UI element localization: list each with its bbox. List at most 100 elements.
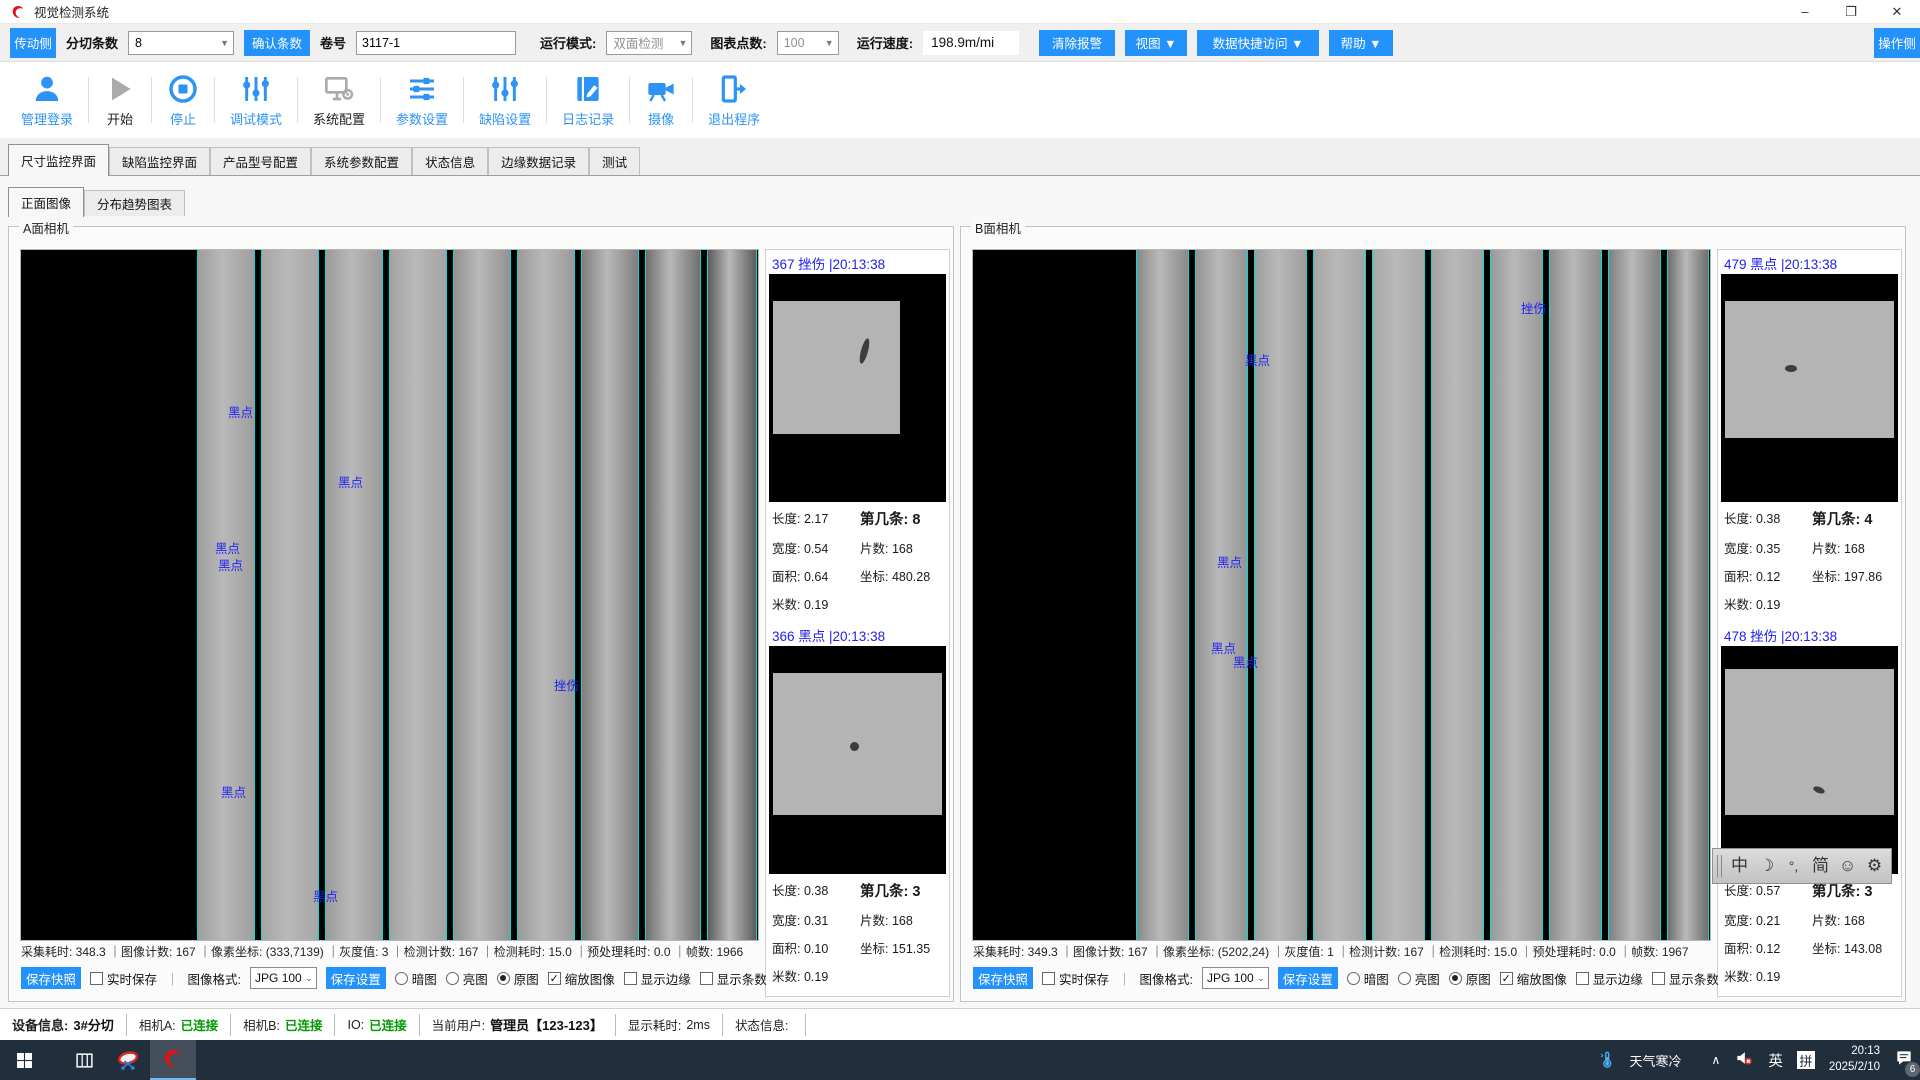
main-tab-2[interactable]: 产品型号配置 [210,147,311,175]
radio-dot [500,975,506,981]
defect-marker-label: 黑点 [1245,350,1270,369]
toolbar-button-book-pencil[interactable]: 日志记录 [547,73,629,128]
confirm-count-button[interactable]: 确认条数 [244,30,310,56]
camera-a-defect-list: 367 挫伤 |20:13:38长度: 2.17第几条: 8宽度: 0.54片数… [765,249,950,997]
drive-side-button[interactable]: 传动侧 [10,28,56,58]
ime-mode-indicator[interactable]: 拼 [1797,1051,1815,1069]
sub-tab-1[interactable]: 分布趋势图表 [84,190,185,216]
image-mode-radio-原图[interactable]: 原图 [1449,969,1491,988]
display-option-checkbox-显示条数[interactable]: 显示条数 [1652,969,1719,988]
defect-marker-label: 黑点 [1233,652,1258,671]
toolbar-button-monitor-gear[interactable]: 系统配置 [298,73,380,128]
display-option-checkbox-缩放图像[interactable]: ✓缩放图像 [548,969,615,988]
realtime-save-checkbox[interactable]: 实时保存 [90,969,157,988]
toolbar-button-label: 开始 [107,109,133,128]
data-quick-access-menu-button[interactable]: 数据快捷访问 ▼ [1197,30,1319,56]
ime-fullwidth-moon-icon[interactable]: ☽ [1754,849,1779,883]
display-option-checkbox-显示边缘[interactable]: 显示边缘 [1576,969,1643,988]
status-segment-label: 相机B: [243,1015,280,1034]
task-view-button[interactable] [62,1040,106,1080]
defect-field: 第几条: 4 [1812,508,1901,529]
toolbar-button-sliders-h[interactable]: 参数设置 [381,73,463,128]
image-mode-radio-原图[interactable]: 原图 [497,969,539,988]
help-menu-button[interactable]: 帮助 ▼ [1329,30,1393,56]
image-format-select[interactable]: JPG 100⌄ [1202,967,1269,989]
image-mode-radio-暗图[interactable]: 暗图 [395,969,437,988]
defect-field [860,594,949,613]
clear-alarm-button[interactable]: 清除报警 [1039,30,1115,56]
main-tab-6[interactable]: 测试 [589,147,640,175]
defect-card[interactable]: 367 挫伤 |20:13:38长度: 2.17第几条: 8宽度: 0.54片数… [766,252,949,613]
ime-punctuation-toggle[interactable]: °, [1781,849,1806,883]
ime-charset-toggle[interactable]: 简 [1808,849,1833,883]
ime-language-toggle[interactable]: 中 [1727,849,1752,883]
save-snapshot-button[interactable]: 保存快照 [973,967,1033,989]
checkbox-label: 显示条数 [1669,969,1719,988]
active-app-taskbar-button[interactable] [150,1040,196,1080]
toolbar-button-exit-door[interactable]: 退出程序 [693,73,775,128]
camera-a-panel: A面相机 黑点黑点黑点黑点挫伤黑点黑点 367 挫伤 |20:13:38长度: … [8,226,954,1002]
chevron-down-icon: ▼ [220,38,229,48]
radio-label: 暗图 [1364,969,1389,988]
toolbar-button-play[interactable]: 开始 [89,73,151,128]
display-option-checkbox-显示条数[interactable]: 显示条数 [700,969,767,988]
tray-chevron-icon[interactable]: ∧ [1712,1053,1721,1067]
image-mode-radio-亮图[interactable]: 亮图 [446,969,488,988]
snipping-tool-button[interactable] [106,1040,150,1080]
status-segment-value: 2ms [686,1018,710,1032]
run-mode-select[interactable]: 双面检测▼ [606,31,692,55]
display-option-checkbox-缩放图像[interactable]: ✓缩放图像 [1500,969,1567,988]
input-language-indicator[interactable]: 英 [1768,1050,1783,1071]
main-tab-0[interactable]: 尺寸监控界面 [8,144,109,176]
image-mode-radio-亮图[interactable]: 亮图 [1398,969,1440,988]
volume-muted-button[interactable] [1734,1048,1754,1073]
defect-field: 长度: 2.17 [772,508,860,529]
roll-number-input[interactable] [356,31,516,55]
toolbar-button-sliders-v[interactable]: 调试模式 [215,73,297,128]
taskbar-clock[interactable]: 20:13 2025/2/10 [1829,1044,1880,1075]
divider: ｜ [1118,969,1131,988]
defect-card[interactable]: 366 黑点 |20:13:38长度: 0.38第几条: 3宽度: 0.31片数… [766,624,949,985]
action-center-button[interactable]: 6 [1894,1048,1914,1073]
status-segment: 相机B: 已连接 [231,1014,335,1036]
operator-side-button[interactable]: 操作侧 [1874,28,1920,58]
image-format-select[interactable]: JPG 100⌄ [250,967,317,989]
maximize-button[interactable]: ❐ [1828,0,1874,23]
defect-card[interactable]: 479 黑点 |20:13:38长度: 0.38第几条: 4宽度: 0.35片数… [1718,252,1901,613]
realtime-save-checkbox[interactable]: 实时保存 [1042,969,1109,988]
ime-drag-handle[interactable] [1717,855,1722,877]
status-segment-value: 已连接 [285,1015,323,1034]
toolbar-button-user[interactable]: 管理登录 [6,73,88,128]
toolbar-button-stop[interactable]: 停止 [152,73,214,128]
film-strip [581,250,639,940]
weather-status[interactable]: 天气寒冷 [1630,1051,1682,1070]
display-option-checkbox-显示边缘[interactable]: 显示边缘 [624,969,691,988]
main-tab-3[interactable]: 系统参数配置 [311,147,412,175]
toolbar-button-video-camera[interactable]: 摄像 [630,73,692,128]
start-button[interactable] [0,1040,48,1080]
save-settings-button[interactable]: 保存设置 [326,967,386,989]
close-button[interactable]: ✕ [1874,0,1920,23]
status-segment: 状态信息: [723,1014,806,1036]
minimize-button[interactable]: – [1782,0,1828,23]
image-format-value: JPG 100 [255,971,302,985]
image-format-label: 图像格式: [1140,969,1193,988]
chart-points-select[interactable]: 100▼ [777,31,839,55]
defect-field: 米数: 0.19 [1724,594,1812,613]
main-tab-5[interactable]: 边缘数据记录 [488,147,589,175]
sub-tab-0[interactable]: 正面图像 [8,187,84,217]
film-strip [707,250,757,940]
camera-a-controls: 保存快照实时保存｜图像格式:JPG 100⌄保存设置暗图亮图原图✓缩放图像显示边… [21,965,767,991]
slit-count-select[interactable]: 8▼ [128,31,234,55]
ime-emoji-icon[interactable]: ☺ [1835,849,1860,883]
main-tab-1[interactable]: 缺陷监控界面 [109,147,210,175]
ime-settings-gear-icon[interactable]: ⚙ [1862,849,1887,883]
toolbar-button-sliders-v[interactable]: 缺陷设置 [464,73,546,128]
save-snapshot-button[interactable]: 保存快照 [21,967,81,989]
image-mode-radio-暗图[interactable]: 暗图 [1347,969,1389,988]
save-settings-button[interactable]: 保存设置 [1278,967,1338,989]
main-tab-4[interactable]: 状态信息 [412,147,488,175]
defect-marker-label: 黑点 [228,402,253,421]
view-menu-button[interactable]: 视图 ▼ [1125,30,1187,56]
defect-card[interactable]: 478 挫伤 |20:13:38长度: 0.57第几条: 3宽度: 0.21片数… [1718,624,1901,985]
